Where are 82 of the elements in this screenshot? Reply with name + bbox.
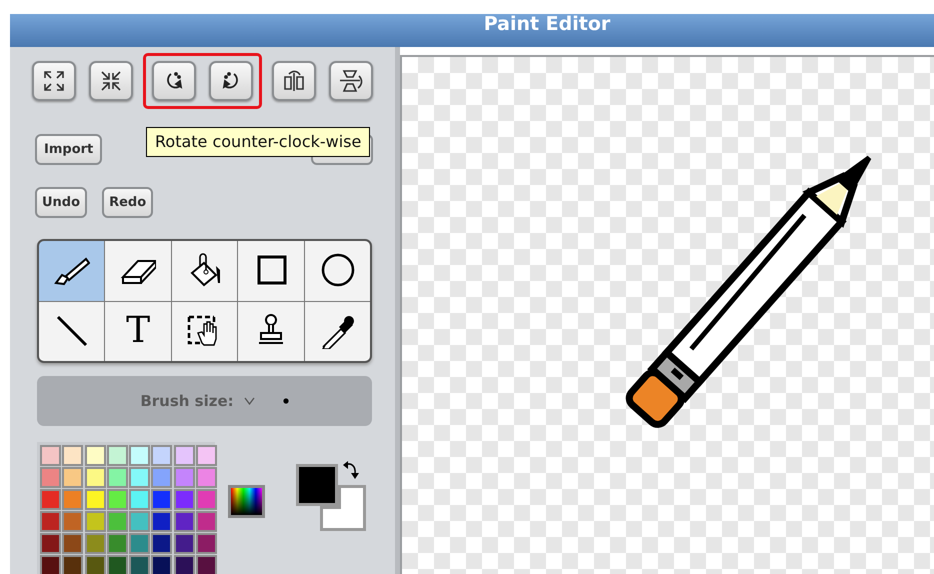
expand-arrows-icon	[42, 69, 66, 93]
color-swatch[interactable]	[198, 557, 215, 574]
color-swatch[interactable]	[64, 469, 82, 486]
color-swatch[interactable]	[198, 513, 215, 530]
color-swatch[interactable]	[64, 491, 82, 508]
color-swatch[interactable]	[176, 513, 192, 530]
color-swatch[interactable]	[131, 513, 148, 530]
tool-button[interactable]	[304, 241, 370, 300]
color-swatch[interactable]	[86, 447, 104, 464]
color-swatch[interactable]	[198, 491, 215, 508]
color-swatch[interactable]	[64, 513, 82, 530]
color-swatch[interactable]	[108, 491, 126, 508]
tool-button[interactable]	[238, 241, 304, 300]
swap-arrows-icon[interactable]	[343, 460, 359, 480]
color-swatch[interactable]	[108, 469, 126, 486]
chevron-down-icon[interactable]	[244, 397, 255, 405]
color-swatch[interactable]	[176, 469, 192, 486]
color-swatch[interactable]	[176, 535, 192, 552]
tool-button[interactable]	[304, 302, 370, 361]
flip-horizontal-icon	[281, 69, 307, 93]
transform-button[interactable]	[272, 61, 316, 101]
color-swatch[interactable]	[131, 447, 148, 464]
tooltip: Rotate counter-clock-wise	[146, 127, 370, 157]
color-swatch[interactable]	[198, 469, 215, 486]
color-swatch[interactable]	[42, 513, 59, 530]
tool-button[interactable]	[172, 241, 238, 300]
color-swatch[interactable]	[153, 447, 170, 464]
tool-button[interactable]	[39, 241, 104, 300]
brush-size-label: Brush size:	[140, 390, 234, 412]
color-swatch[interactable]	[176, 557, 192, 574]
transform-button[interactable]	[152, 61, 196, 101]
flip-vertical-icon	[338, 68, 364, 94]
color-swatch[interactable]	[64, 535, 82, 552]
color-swatch[interactable]	[86, 513, 104, 530]
color-swatch[interactable]	[198, 535, 215, 552]
color-swatch[interactable]	[42, 535, 59, 552]
tool-button[interactable]	[39, 302, 104, 361]
color-swatch[interactable]	[86, 491, 104, 508]
color-swatch[interactable]	[64, 447, 82, 464]
color-swatch[interactable]	[108, 447, 126, 464]
eyedropper-icon	[319, 313, 356, 350]
transform-button[interactable]	[32, 61, 76, 101]
color-swatch[interactable]	[86, 469, 104, 486]
tool-button[interactable]	[172, 302, 238, 361]
color-swatch[interactable]	[131, 557, 148, 574]
color-swatch[interactable]	[86, 535, 104, 552]
transform-button[interactable]	[209, 61, 253, 101]
color-swatch[interactable]	[42, 469, 59, 486]
color-swatch[interactable]	[198, 447, 215, 464]
color-swatch[interactable]	[86, 557, 104, 574]
transform-button[interactable]	[329, 61, 373, 101]
color-swatch[interactable]	[42, 447, 59, 464]
color-swatch[interactable]	[108, 557, 126, 574]
foreground-color-swatch[interactable]	[296, 464, 338, 506]
color-swatch[interactable]	[176, 491, 192, 508]
shrink-arrows-icon	[99, 69, 123, 93]
color-picker[interactable]	[228, 485, 265, 518]
tool-button[interactable]	[238, 302, 304, 361]
import-button[interactable]: Import	[35, 134, 102, 165]
color-swatch[interactable]	[131, 469, 148, 486]
color-swatch[interactable]	[131, 535, 148, 552]
undo-button[interactable]: Undo	[35, 187, 88, 218]
color-swatch[interactable]	[42, 557, 59, 574]
tool-button[interactable]	[105, 241, 171, 300]
color-swatch[interactable]	[131, 491, 148, 508]
color-swatch[interactable]	[42, 491, 59, 508]
color-swatch[interactable]	[153, 469, 170, 486]
color-swatch[interactable]	[153, 513, 170, 530]
transform-button[interactable]	[89, 61, 133, 101]
color-swatch[interactable]	[153, 535, 170, 552]
redo-button[interactable]: Redo	[102, 187, 154, 218]
color-swatch[interactable]	[153, 557, 170, 574]
window-title: Paint Editor	[484, 12, 610, 37]
color-swatch[interactable]	[64, 557, 82, 574]
brush-dot-icon	[282, 398, 289, 404]
tool-button[interactable]: T	[105, 302, 171, 361]
canvas[interactable]	[400, 55, 934, 574]
circle-icon	[319, 252, 356, 289]
color-swatch[interactable]	[108, 513, 126, 530]
color-swatch[interactable]	[153, 491, 170, 508]
color-swatch[interactable]	[108, 535, 126, 552]
color-swatch[interactable]	[176, 447, 192, 464]
